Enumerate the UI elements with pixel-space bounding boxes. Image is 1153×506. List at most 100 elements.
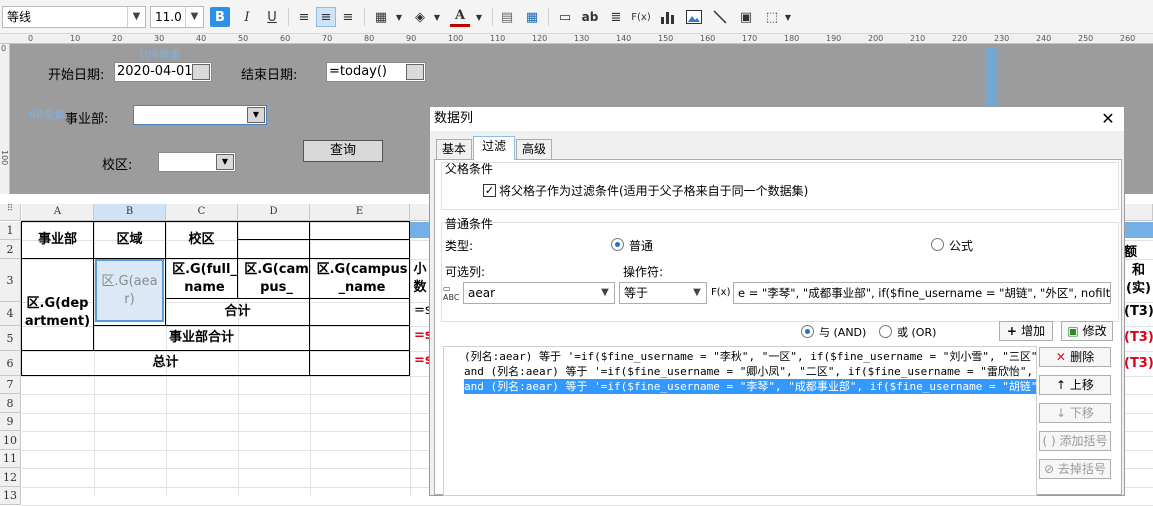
chevron-down-icon[interactable]: ▼ [427,7,447,27]
underline-button[interactable]: U [262,7,282,27]
row-header-5[interactable]: 5 [0,326,21,351]
chevron-down-icon[interactable]: ▼ [247,107,265,123]
calendar-icon[interactable] [406,64,424,80]
query-button[interactable]: 查询 [303,140,383,162]
bar-chart-icon[interactable] [658,7,678,27]
row-header-1[interactable]: 1 [0,222,21,240]
start-date-field[interactable]: 2020-04-01 [114,62,212,82]
font-name-select[interactable]: 等线 ▼ [2,6,146,28]
cell-grand-total[interactable]: 总计 [22,351,309,375]
row-header-13[interactable]: 13 [0,487,21,505]
bold-button[interactable]: B [210,7,230,27]
add-bracket-button[interactable]: ( ) 添加括号 [1039,431,1111,451]
column-header-b[interactable]: B [94,204,166,221]
cell-subtotal[interactable]: 合计 [166,302,309,322]
and-radio[interactable] [801,325,814,338]
font-size-select[interactable]: 11.0 ▼ [150,6,204,28]
condition-list[interactable]: (列名:aear) 等于 '=if($fine_username = "李秋",… [443,346,1037,496]
tab-basic[interactable]: 基本 [436,139,472,159]
end-date-field[interactable]: =today() [326,62,426,82]
row-header-8[interactable]: 8 [0,394,21,413]
formula-button[interactable]: F(x) [631,7,651,27]
condition-item-selected[interactable]: and (列名:aear) 等于 '=if($fine_username = "… [464,379,1036,394]
merge-icon[interactable]: ▭ [555,7,575,27]
paragraph-icon[interactable]: ≣ [606,7,626,27]
chevron-down-icon[interactable]: ▼ [216,154,234,170]
cell-a3[interactable]: 区.G(department) [22,278,93,348]
border-icon[interactable]: ▦ [371,7,391,27]
or-radio[interactable] [879,325,892,338]
row-header-2[interactable]: 2 [0,240,21,259]
column-header-c[interactable]: C [166,204,238,221]
tab-advanced[interactable]: 高级 [516,139,552,159]
select-all-corner[interactable]: ⠿ [0,204,21,221]
cell-right-h[interactable]: 额 [1124,244,1153,262]
close-icon[interactable]: ✕ [1098,109,1118,129]
ruler-tick: 240 [1036,34,1052,43]
cell-right-t5[interactable]: (T3) [1124,329,1153,347]
type-normal-label: 普通 [629,239,654,253]
italic-button[interactable]: I [237,7,257,27]
row-header-3[interactable]: 3 [0,259,21,302]
row-header-4[interactable]: 4 [0,302,21,326]
tab-filter[interactable]: 过滤 [473,136,515,160]
align-center-icon[interactable]: ≡ [316,7,336,27]
move-down-button[interactable]: ↓ 下移 [1039,403,1111,423]
row-header-9[interactable]: 9 [0,413,21,431]
condition-item[interactable]: and (列名:aear) 等于 '=if($fine_username = "… [464,364,1036,379]
fx-button[interactable]: F(x) [711,284,731,302]
toolbar: 等线 ▼ 11.0 ▼ B I U ≡ ≡ ≡ ▦ ▼ ◈ ▼ A ▼ ▤ ▦ … [0,0,1153,34]
cell-c3[interactable]: 区.G(full_name [166,259,237,298]
cell-right-t6[interactable]: (T3) [1124,355,1153,373]
cell-e3[interactable]: 区.G(campus_name [310,259,408,298]
move-up-button[interactable]: ↑ 上移 [1039,375,1111,395]
cell-f4[interactable]: =s [414,302,430,320]
chevron-down-icon[interactable]: ▼ [469,7,489,27]
column-header-a[interactable]: A [22,204,94,221]
align-left-icon[interactable]: ≡ [294,7,314,27]
calendar-icon[interactable] [192,64,210,80]
widget-icon[interactable]: ▣ [736,7,756,27]
biz-unit-combo[interactable]: ▼ [133,105,267,125]
text-format-button[interactable]: ab [580,7,600,27]
image-icon[interactable] [684,7,704,27]
delete-condition-button[interactable]: ✕ 删除 [1039,347,1111,367]
cell-right-t4[interactable]: (T3) [1124,303,1153,321]
cell-style-icon[interactable]: ▤ [497,7,517,27]
abc-type-icon[interactable]: ▭ ABC [443,284,461,302]
cell-b3-selected[interactable]: 区.G(aear) [95,259,164,322]
type-normal-radio[interactable] [611,238,624,251]
operator-combo[interactable]: 等于 ▼ [619,282,707,304]
row-header-6[interactable]: 6 [0,351,21,376]
value-formula-field[interactable]: e = "李琴", "成都事业部", if($fine_username = "… [733,282,1111,304]
cell-a1[interactable]: 事业部 [22,222,93,258]
modify-condition-button[interactable]: ▣ 修改 [1061,321,1113,341]
parent-filter-checkbox[interactable]: ✓ [483,184,496,197]
slash-line-icon[interactable] [710,7,730,27]
cell-b1[interactable]: 区域 [94,222,165,258]
cell-right-r3[interactable]: 和(实) [1124,262,1153,298]
font-color-icon[interactable]: A [450,7,470,27]
row-header-12[interactable]: 12 [0,468,21,487]
cell-f6[interactable]: =s [414,352,430,370]
row-header-11[interactable]: 11 [0,450,21,468]
align-right-icon[interactable]: ≡ [338,7,358,27]
column-combo[interactable]: aear ▼ [463,282,615,304]
cell-f5[interactable]: =s [414,327,430,345]
type-formula-radio[interactable] [931,238,944,251]
column-header-e[interactable]: E [310,204,410,221]
campus-combo[interactable]: ▼ [158,152,236,172]
chevron-down-icon[interactable]: ▼ [778,7,798,27]
row-header-10[interactable]: 10 [0,431,21,450]
grid-table-icon[interactable]: ▦ [522,7,542,27]
add-condition-button[interactable]: + 增加 [999,321,1053,341]
condition-item[interactable]: (列名:aear) 等于 '=if($fine_username = "李秋",… [464,349,1036,364]
cell-c1[interactable]: 校区 [166,222,237,258]
cell-d3[interactable]: 区.G(campus_ [238,259,309,298]
remove-bracket-button[interactable]: ⊘ 去掉括号 [1039,459,1111,479]
row-header-7[interactable]: 7 [0,376,21,394]
cell-biz-total[interactable]: 事业部合计 [94,326,309,349]
chevron-down-icon[interactable]: ▼ [389,7,409,27]
column-header-d[interactable]: D [238,204,310,221]
cell-f3[interactable]: 小数 [411,260,429,298]
